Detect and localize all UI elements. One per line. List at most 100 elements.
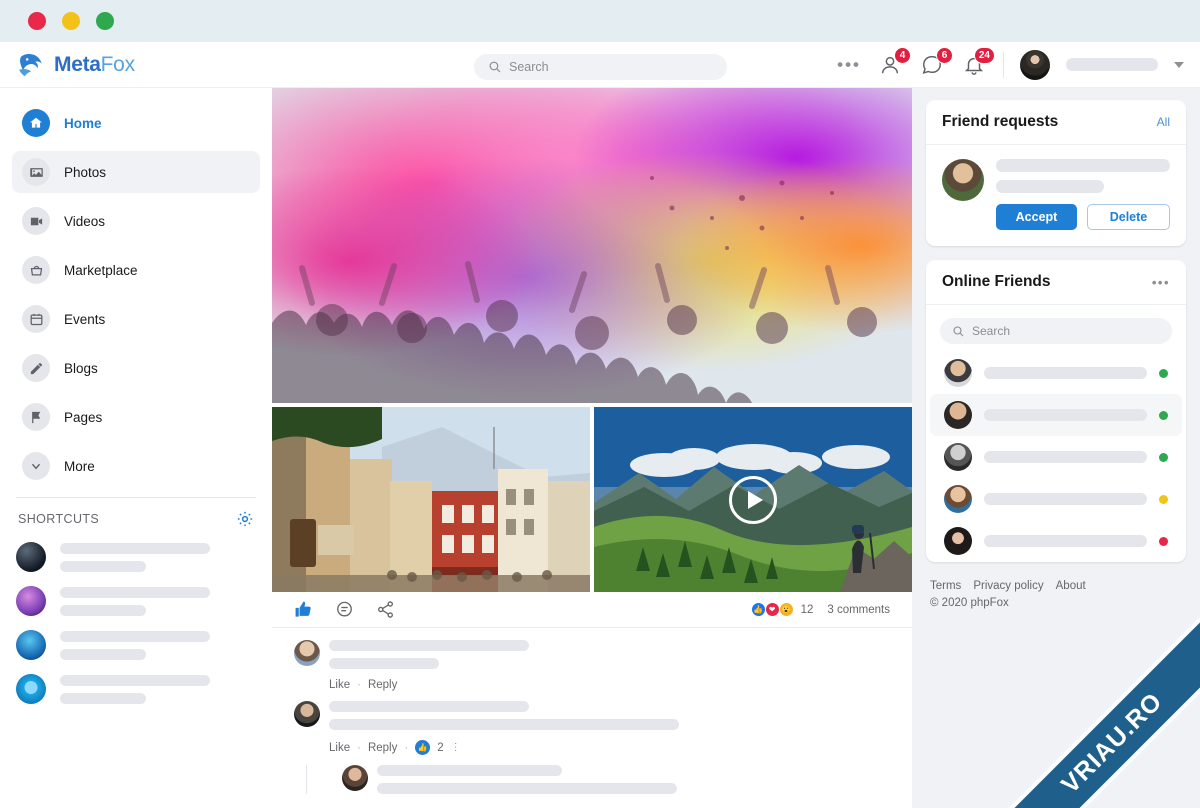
window-maximize-button[interactable] — [96, 12, 114, 30]
comments-count[interactable]: 3 comments — [827, 604, 890, 616]
friend-avatar-3 — [944, 443, 972, 471]
friend-request-item: Accept Delete — [926, 145, 1186, 246]
comment-like-button[interactable]: Like — [329, 679, 350, 691]
status-badge — [1159, 368, 1168, 378]
comment-meta: Like · Reply — [294, 673, 890, 701]
delete-button[interactable]: Delete — [1087, 204, 1170, 230]
shortcut-item[interactable] — [12, 586, 260, 616]
chevron-down-icon[interactable] — [1174, 61, 1184, 68]
online-friend-item[interactable] — [930, 520, 1182, 562]
sidebar-item-home[interactable]: Home — [12, 102, 260, 144]
header-more-button[interactable]: ••• — [837, 56, 861, 73]
skeleton-line — [996, 180, 1104, 193]
comment-meta: Like · Reply · 👍 2 ⋮ — [294, 734, 890, 765]
sidebar-item-videos[interactable]: Videos — [12, 200, 260, 242]
skeleton-line — [996, 159, 1170, 172]
sidebar-item-label: Events — [64, 311, 106, 327]
skeleton-line — [60, 630, 210, 642]
online-friends-menu-button[interactable]: ••• — [1152, 275, 1170, 290]
post-stats: 👍 ❤ 😮 12 3 comments — [750, 602, 890, 617]
shortcut-item[interactable] — [12, 674, 260, 704]
brand-logo[interactable]: MetaFox — [0, 49, 272, 81]
footer-link-about[interactable]: About — [1056, 580, 1086, 592]
notifications-button[interactable]: 24 — [961, 46, 995, 78]
online-friends-search-input[interactable]: Search — [940, 318, 1172, 344]
window-close-button[interactable] — [28, 12, 46, 30]
messages-button[interactable]: 6 — [919, 46, 953, 78]
shortcut-item[interactable] — [12, 630, 260, 660]
comment-options-button[interactable]: ⋮ — [451, 742, 461, 752]
footer-link-terms[interactable]: Terms — [930, 580, 961, 592]
sidebar-item-events[interactable]: Events — [12, 298, 260, 340]
search-input[interactable]: Search — [474, 53, 727, 80]
online-friend-item[interactable] — [930, 436, 1182, 478]
sidebar-item-marketplace[interactable]: Marketplace — [12, 249, 260, 291]
footer: Terms Privacy policy About © 2020 phpFox — [926, 576, 1186, 609]
comment-body — [377, 765, 890, 794]
status-badge — [1159, 494, 1168, 504]
sidebar-item-more[interactable]: More — [12, 445, 260, 487]
comment-reply-button[interactable]: Reply — [368, 742, 397, 754]
commenter-avatar-1[interactable] — [294, 640, 320, 666]
gear-icon[interactable] — [236, 510, 254, 528]
skeleton-line — [329, 701, 529, 712]
commenter-avatar-3[interactable] — [342, 765, 368, 791]
friend-request-avatar[interactable] — [942, 159, 984, 201]
friend-requests-button[interactable]: 4 — [877, 46, 911, 78]
friend-avatar-1 — [944, 359, 972, 387]
footer-link-privacy[interactable]: Privacy policy — [973, 580, 1043, 592]
online-friend-item[interactable] — [930, 352, 1182, 394]
play-icon[interactable] — [729, 475, 777, 524]
footer-links: Terms Privacy policy About — [930, 580, 1182, 592]
online-friend-item[interactable] — [930, 478, 1182, 520]
online-friends-search-placeholder: Search — [972, 324, 1011, 338]
pencil-icon — [22, 354, 50, 382]
skeleton-line — [377, 783, 677, 794]
status-badge — [1159, 536, 1168, 546]
post-media-grid — [272, 403, 912, 592]
reaction-summary[interactable]: 👍 ❤ 😮 12 — [750, 602, 813, 617]
sidebar-item-label: Marketplace — [64, 262, 138, 278]
comment-like-count: 2 — [437, 741, 444, 754]
comment-button[interactable] — [335, 600, 354, 619]
commenter-avatar-2[interactable] — [294, 701, 320, 727]
holi-color-festival-crowd[interactable] — [272, 88, 912, 403]
shortcut-item[interactable] — [12, 542, 260, 572]
share-button[interactable] — [376, 600, 395, 619]
comment-reply-button[interactable]: Reply — [368, 679, 397, 691]
app-header: MetaFox Search ••• 4 6 24 — [0, 42, 1200, 88]
window-minimize-button[interactable] — [62, 12, 80, 30]
skeleton-line — [984, 367, 1147, 379]
sidebar-item-label: Blogs — [64, 360, 98, 376]
avatar[interactable] — [1020, 49, 1050, 80]
skeleton-line — [984, 409, 1147, 421]
skeleton-line — [60, 674, 210, 686]
sidebar-item-label: Home — [64, 115, 102, 131]
sidebar-item-label: Videos — [64, 213, 106, 229]
friend-requests-all-link[interactable]: All — [1157, 115, 1170, 129]
italian-street-town-photo[interactable] — [272, 407, 590, 592]
comment-like-button[interactable]: Like — [329, 742, 350, 754]
sidebar-item-pages[interactable]: Pages — [12, 396, 260, 438]
friend-request-buttons: Accept Delete — [996, 204, 1170, 230]
accept-button[interactable]: Accept — [996, 204, 1077, 230]
like-button[interactable] — [294, 600, 313, 619]
messages-badge: 6 — [936, 46, 953, 64]
sidebar-item-photos[interactable]: Photos — [12, 151, 260, 193]
friend-requests-card: Friend requests All Accept Delete — [926, 100, 1186, 246]
skeleton-line — [60, 648, 146, 660]
basket-icon — [22, 256, 50, 284]
feed-column: 👍 ❤ 😮 12 3 comments Like · Reply Like · … — [272, 88, 912, 808]
online-friend-item[interactable] — [930, 394, 1182, 436]
meta-separator: · — [357, 679, 361, 691]
comment-item — [294, 701, 890, 730]
shortcut-label-placeholder — [60, 586, 210, 616]
fox-logo-icon — [19, 53, 42, 76]
video-icon — [22, 207, 50, 235]
search-icon — [953, 326, 964, 337]
left-sidebar: Home Photos Videos Marketplace Events Bl… — [0, 88, 272, 808]
mountain-hiker-video[interactable] — [594, 407, 912, 592]
sidebar-item-blogs[interactable]: Blogs — [12, 347, 260, 389]
notifications-badge: 24 — [973, 46, 995, 64]
app-body: Home Photos Videos Marketplace Events Bl… — [0, 88, 1200, 808]
